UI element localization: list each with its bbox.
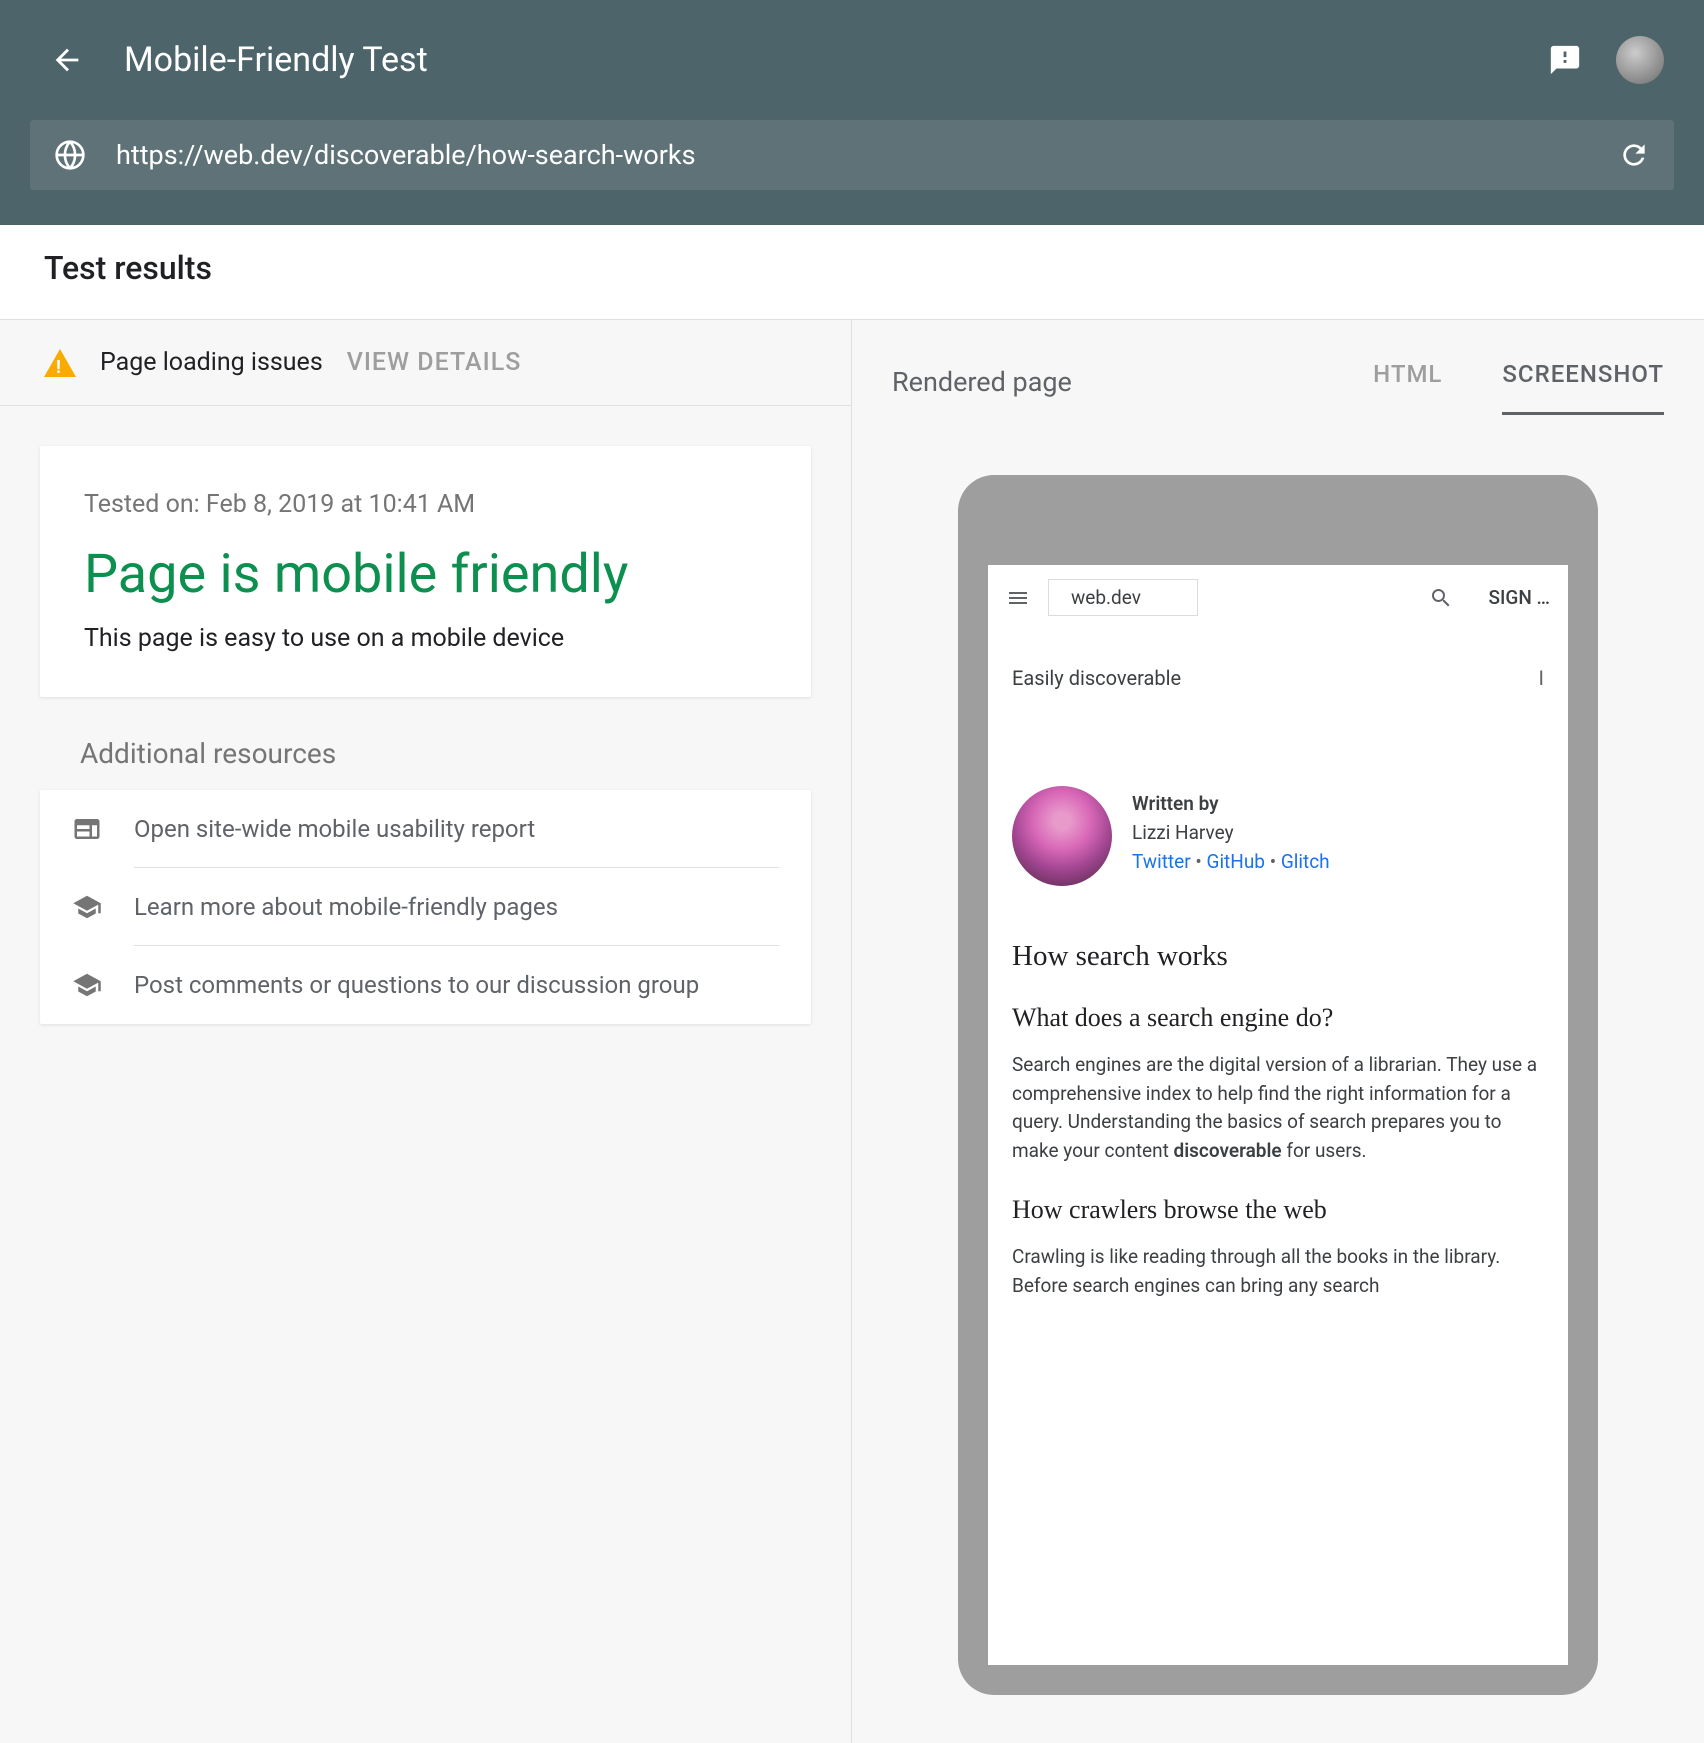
school-icon [72,970,102,1000]
user-avatar[interactable] [1616,36,1664,84]
resources-card: Open site-wide mobile usability report L… [40,790,811,1024]
content: Page loading issues VIEW DETAILS Tested … [0,320,1704,1743]
author-block: Written by Lizzi Harvey Twitter • GitHub… [988,726,1568,906]
view-details-button[interactable]: VIEW DETAILS [347,348,522,377]
resource-label: Learn more about mobile-friendly pages [134,893,779,946]
sign-in-button[interactable]: SIGN … [1489,586,1550,609]
url-bar[interactable]: https://web.dev/discoverable/how-search-… [30,120,1674,190]
author-links: Twitter • GitHub • Glitch [1132,850,1330,873]
tab-html[interactable]: HTML [1373,348,1442,415]
breadcrumb-separator: I [1539,666,1544,690]
loading-issues-row: Page loading issues VIEW DETAILS [0,320,851,406]
search-icon[interactable] [1429,586,1453,610]
results-title: Test results [0,225,1704,320]
author-avatar [1012,786,1112,886]
back-arrow-icon[interactable] [40,33,94,87]
feedback-icon[interactable] [1538,33,1592,87]
article-h2: How crawlers browse the web [1012,1195,1544,1225]
link-twitter[interactable]: Twitter [1132,850,1191,873]
site-name-box[interactable]: web.dev [1048,579,1198,616]
dot-separator: • [1270,850,1281,873]
author-name: Lizzi Harvey [1132,821,1330,844]
article-h1: How search works [1012,940,1544,973]
web-icon [72,814,102,844]
preview-toolbar: web.dev SIGN … [988,565,1568,630]
link-glitch[interactable]: Glitch [1281,850,1330,873]
resource-usability-report[interactable]: Open site-wide mobile usability report [40,790,811,868]
school-icon [72,892,102,922]
right-header: Rendered page HTML SCREENSHOT [892,348,1664,435]
resources-title: Additional resources [80,737,811,770]
tabs: HTML SCREENSHOT [1373,348,1664,415]
article-paragraph: Search engines are the digital version o… [1012,1051,1544,1165]
result-card: Tested on: Feb 8, 2019 at 10:41 AM Page … [40,446,811,697]
breadcrumb-text[interactable]: Easily discoverable [1012,666,1181,690]
resource-discussion[interactable]: Post comments or questions to our discus… [40,946,811,1024]
verdict-subtext: This page is easy to use on a mobile dev… [84,624,767,653]
phone-screen: web.dev SIGN … Easily discoverable I Wri… [988,565,1568,1665]
article-paragraph: Crawling is like reading through all the… [1012,1243,1544,1300]
written-by-label: Written by [1132,792,1330,815]
resource-label: Post comments or questions to our discus… [134,971,779,1023]
resource-learn-more[interactable]: Learn more about mobile-friendly pages [40,868,811,946]
url-input[interactable]: https://web.dev/discoverable/how-search-… [116,139,1618,171]
app-title: Mobile-Friendly Test [124,40,428,80]
refresh-icon[interactable] [1618,139,1650,171]
tab-screenshot[interactable]: SCREENSHOT [1502,348,1664,415]
left-panel: Page loading issues VIEW DETAILS Tested … [0,320,852,1743]
issues-label: Page loading issues [100,348,323,377]
globe-icon [54,139,86,171]
tested-on-text: Tested on: Feb 8, 2019 at 10:41 AM [84,490,767,519]
preview-breadcrumb: Easily discoverable I [988,630,1568,726]
verdict-heading: Page is mobile friendly [84,543,767,606]
warning-icon [44,349,76,377]
menu-icon[interactable] [1006,586,1030,610]
article-h2: What does a search engine do? [1012,1003,1544,1033]
app-header: Mobile-Friendly Test https://web.dev/dis… [0,0,1704,225]
author-info: Written by Lizzi Harvey Twitter • GitHub… [1132,786,1330,886]
header-row: Mobile-Friendly Test [0,0,1704,120]
rendered-page-label: Rendered page [892,366,1072,398]
resource-label: Open site-wide mobile usability report [134,815,779,868]
phone-frame: web.dev SIGN … Easily discoverable I Wri… [958,475,1598,1695]
right-panel: Rendered page HTML SCREENSHOT web.dev SI… [852,320,1704,1743]
dot-separator: • [1195,850,1206,873]
link-github[interactable]: GitHub [1207,850,1265,873]
article-body: How search works What does a search engi… [988,906,1568,1326]
